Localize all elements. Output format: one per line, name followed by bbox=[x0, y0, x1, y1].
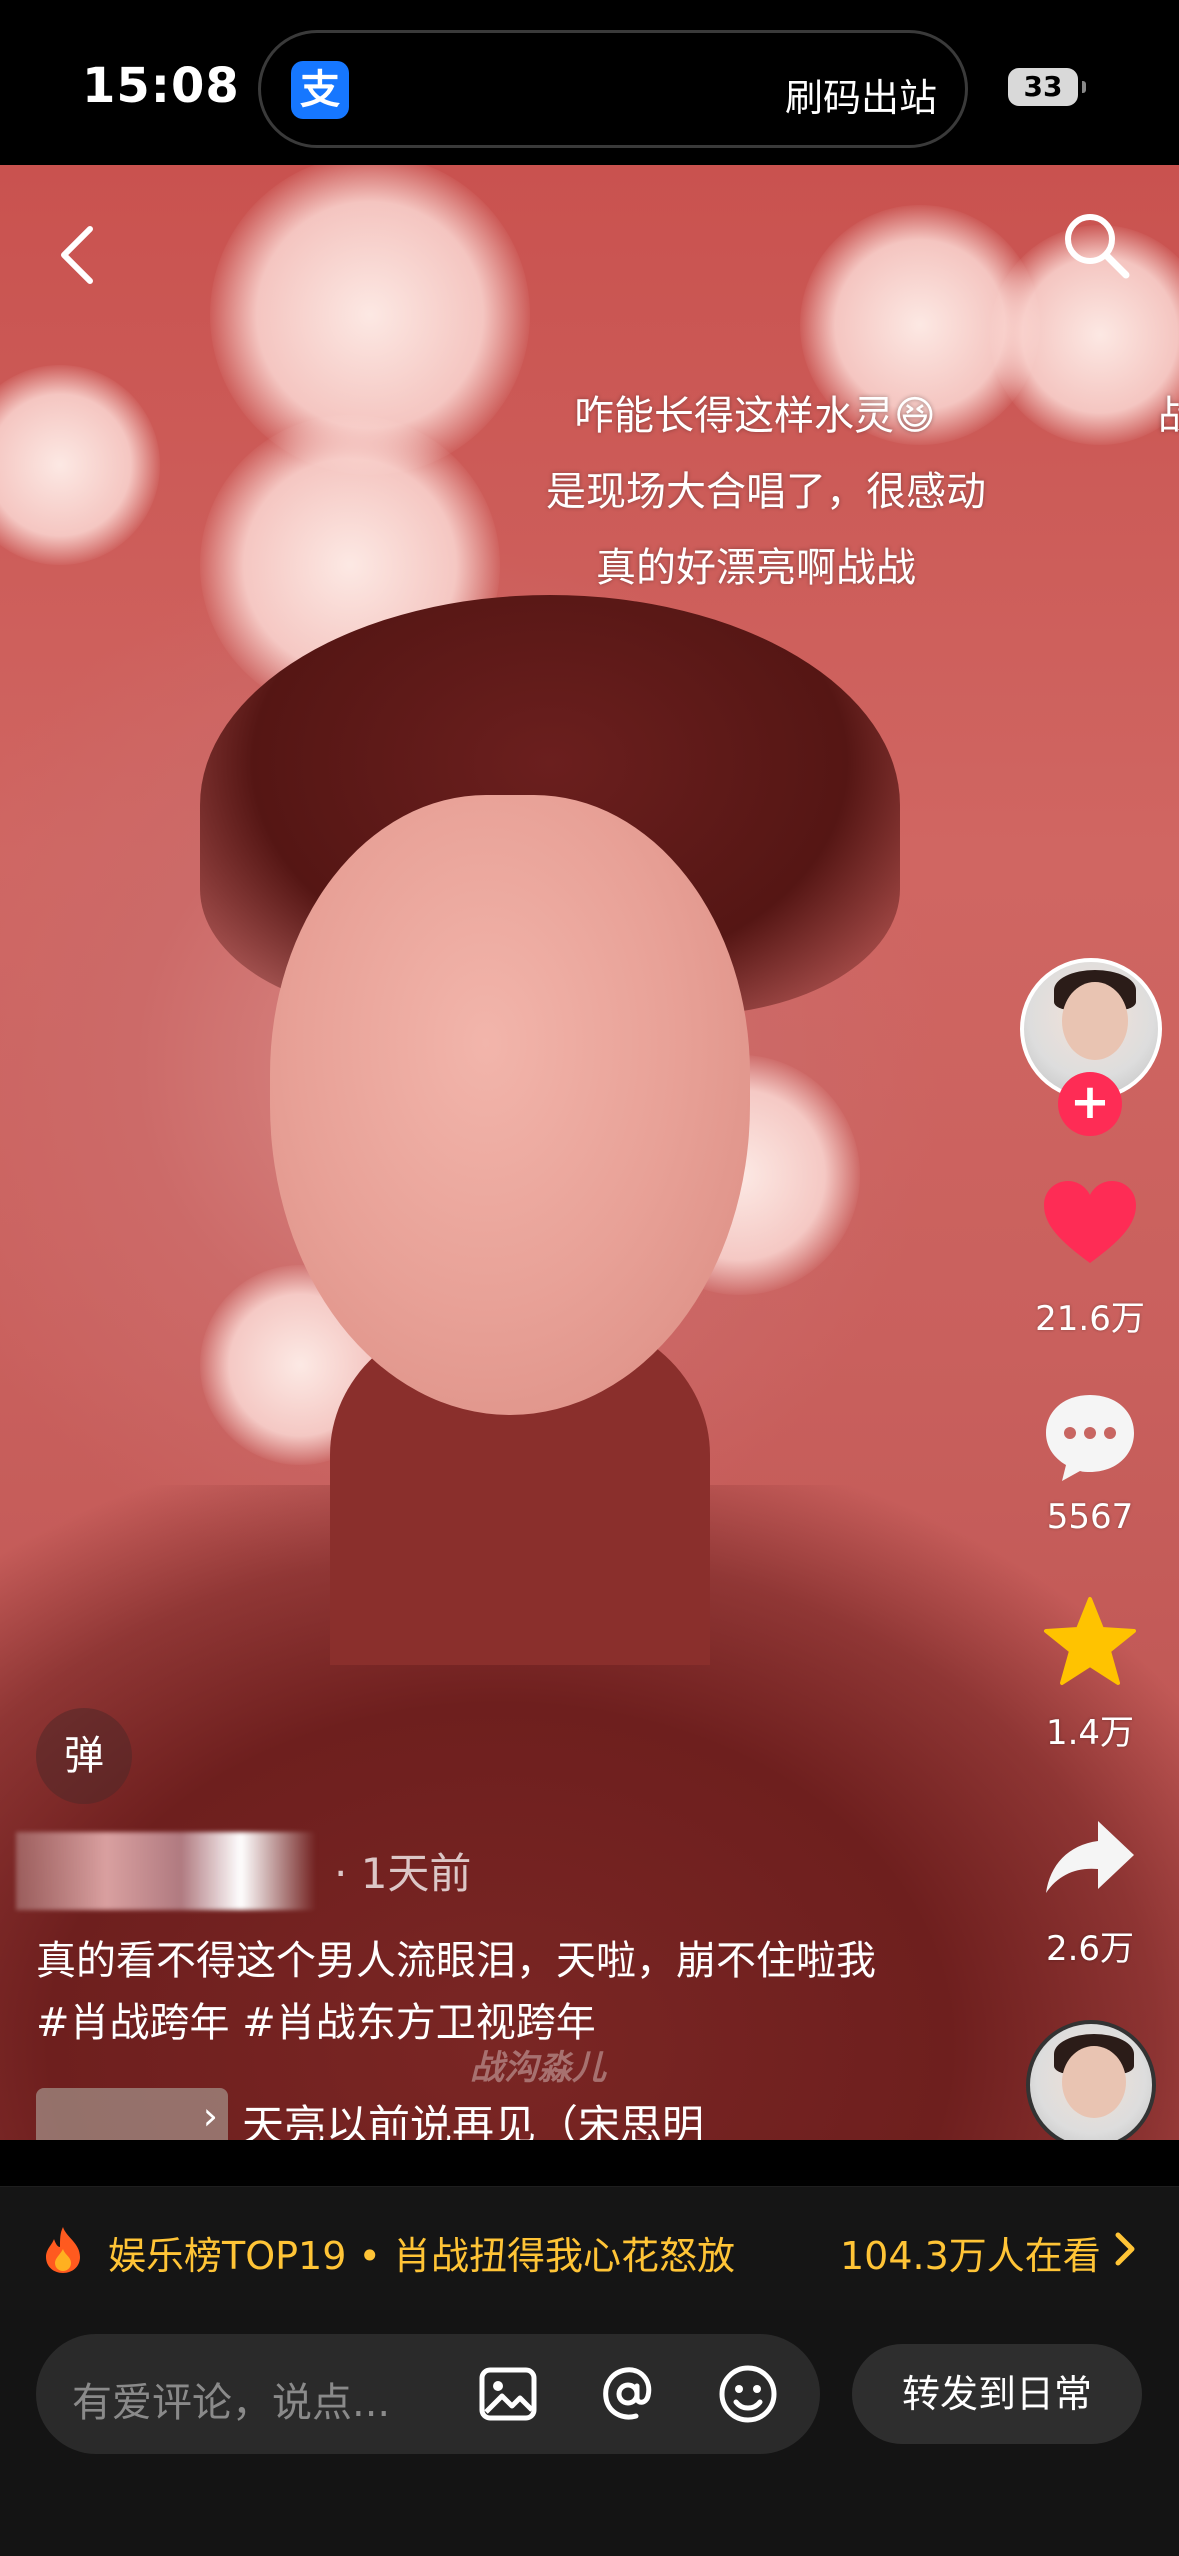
video-player[interactable]: 咋能长得这样水灵😆 战 是现场大合唱了，很感动 真的好漂亮啊战战 + 21.6万… bbox=[0, 165, 1179, 2140]
search-icon[interactable] bbox=[1056, 205, 1136, 285]
trending-title[interactable]: 娱乐榜TOP19 • 肖战扭得我心花怒放 bbox=[108, 2225, 735, 2280]
comment-bar: 有爱评论，说点... 转发到日常 bbox=[0, 2310, 1179, 2556]
comment-placeholder: 有爱评论，说点... bbox=[72, 2380, 391, 2426]
like-count: 21.6万 bbox=[1035, 1299, 1145, 1339]
follow-button[interactable]: + bbox=[1058, 1072, 1122, 1136]
music-disc-avatar[interactable] bbox=[1026, 2020, 1156, 2140]
post-caption[interactable]: 真的看不得这个男人流眼泪，天啦，崩不住啦我#肖战跨年 #肖战东方卫视跨年 bbox=[36, 1930, 896, 2054]
avatar-face bbox=[1062, 2046, 1126, 2118]
comment-icon[interactable] bbox=[1040, 1387, 1140, 1487]
trending-bar[interactable]: 娱乐榜TOP19 • 肖战扭得我心花怒放 104.3万人在看 bbox=[0, 2186, 1179, 2310]
share-to-daily-button[interactable]: 转发到日常 bbox=[852, 2344, 1142, 2444]
video-watermark: 战沟淼儿 bbox=[470, 2048, 606, 2088]
battery-icon: 33 bbox=[1008, 68, 1086, 106]
performer-face bbox=[270, 795, 750, 1415]
danmaku-comment: 战 bbox=[1158, 393, 1179, 439]
author-name-redacted[interactable] bbox=[16, 1832, 316, 1910]
status-bar: 15:08 支 刷码出站 33 bbox=[0, 0, 1179, 165]
mention-icon[interactable] bbox=[596, 2362, 660, 2426]
heart-icon[interactable] bbox=[1040, 1175, 1140, 1275]
post-time: · 1天前 bbox=[334, 1849, 472, 1898]
share-arrow-icon[interactable] bbox=[1040, 1809, 1140, 1909]
trending-viewers: 104.3万人在看 bbox=[840, 2234, 1101, 2278]
music-row[interactable]: › 天亮以前说再见（宋思明 bbox=[36, 2088, 736, 2140]
music-title[interactable]: 天亮以前说再见（宋思明 bbox=[242, 2092, 762, 2140]
comment-input[interactable]: 有爱评论，说点... bbox=[36, 2334, 820, 2454]
favorite-count: 1.4万 bbox=[1045, 1713, 1135, 1753]
dynamic-island-live-activity[interactable]: 支 刷码出站 bbox=[258, 30, 968, 148]
danmaku-comment: 真的好漂亮啊战战 bbox=[596, 545, 916, 591]
danmaku-toggle-button[interactable]: 弹 bbox=[36, 1708, 132, 1804]
clock: 15:08 bbox=[82, 58, 240, 114]
island-label: 刷码出站 bbox=[784, 76, 937, 120]
star-icon[interactable] bbox=[1040, 1593, 1140, 1693]
danmaku-comment: 咋能长得这样水灵😆 bbox=[574, 393, 936, 439]
alipay-icon: 支 bbox=[291, 61, 349, 119]
image-icon[interactable] bbox=[476, 2362, 540, 2426]
emoji-icon[interactable] bbox=[716, 2362, 780, 2426]
flame-icon bbox=[46, 2227, 80, 2273]
chevron-right-icon: › bbox=[202, 2094, 218, 2138]
comment-count: 5567 bbox=[1046, 1497, 1134, 1537]
share-count: 2.6万 bbox=[1045, 1929, 1135, 1969]
avatar-face bbox=[1062, 982, 1128, 1060]
music-tag[interactable]: › bbox=[36, 2088, 228, 2140]
chevron-right-icon[interactable] bbox=[1112, 2229, 1138, 2269]
bokeh-light bbox=[0, 365, 160, 565]
back-arrow-icon[interactable] bbox=[48, 215, 108, 295]
danmaku-comment: 是现场大合唱了，很感动 bbox=[546, 469, 986, 515]
author-row[interactable]: · 1天前 bbox=[0, 1832, 700, 1910]
